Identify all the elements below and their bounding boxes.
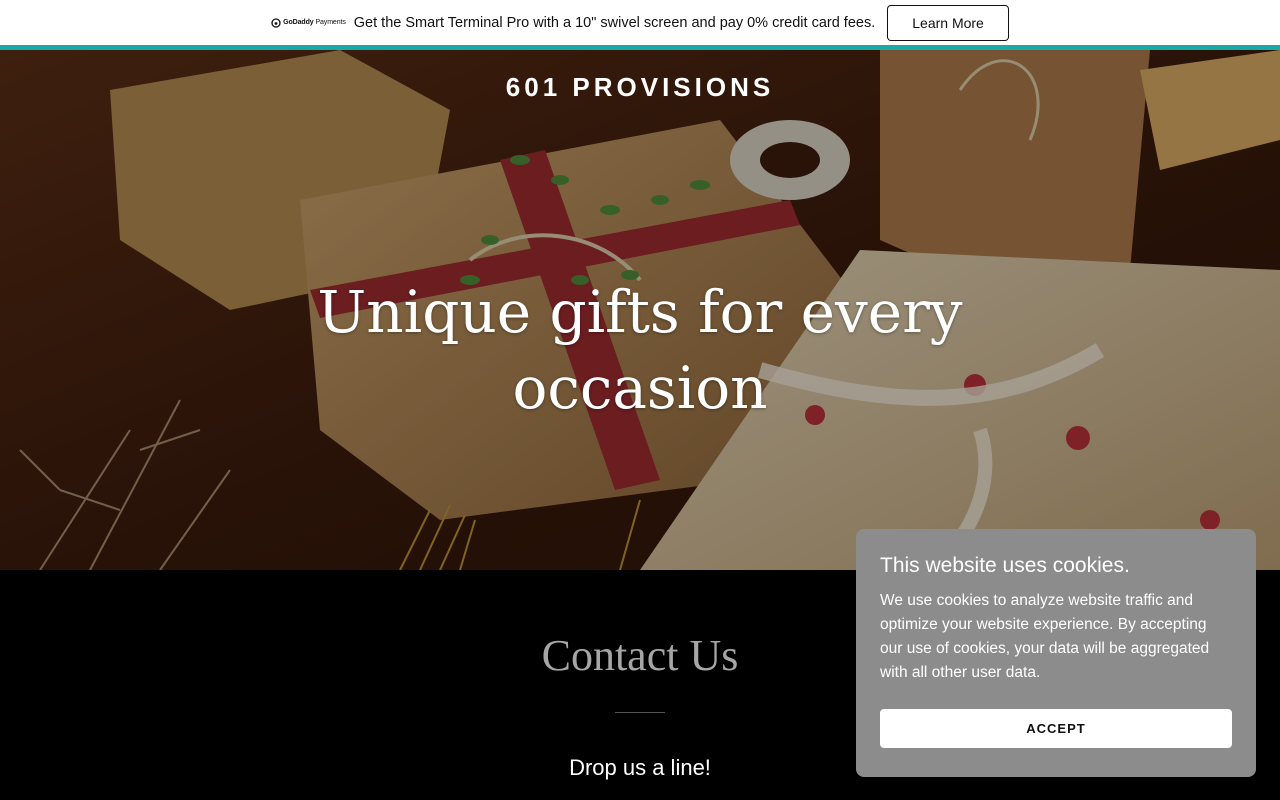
godaddy-payments-logo: GoDaddy Payments bbox=[271, 17, 346, 28]
cookie-title: This website uses cookies. bbox=[880, 554, 1130, 577]
hero-section: 601 PROVISIONS Unique gifts for every oc… bbox=[0, 50, 1280, 570]
promo-banner: GoDaddy Payments Get the Smart Terminal … bbox=[0, 0, 1280, 45]
godaddy-icon bbox=[271, 17, 281, 28]
learn-more-button[interactable]: Learn More bbox=[887, 4, 1009, 41]
hero-headline: Unique gifts for every occasion bbox=[317, 278, 963, 422]
cookie-body: We use cookies to analyze website traffi… bbox=[880, 592, 1210, 681]
accept-cookies-button[interactable]: ACCEPT bbox=[880, 709, 1232, 748]
logo-brand: GoDaddy bbox=[283, 19, 314, 26]
site-brand[interactable]: 601 PROVISIONS bbox=[0, 72, 1280, 103]
contact-divider bbox=[615, 712, 665, 713]
promo-text: Get the Smart Terminal Pro with a 10" sw… bbox=[353, 14, 876, 31]
logo-product: Payments bbox=[315, 19, 346, 26]
cookie-banner: This website uses cookies. We use cookie… bbox=[856, 529, 1256, 777]
